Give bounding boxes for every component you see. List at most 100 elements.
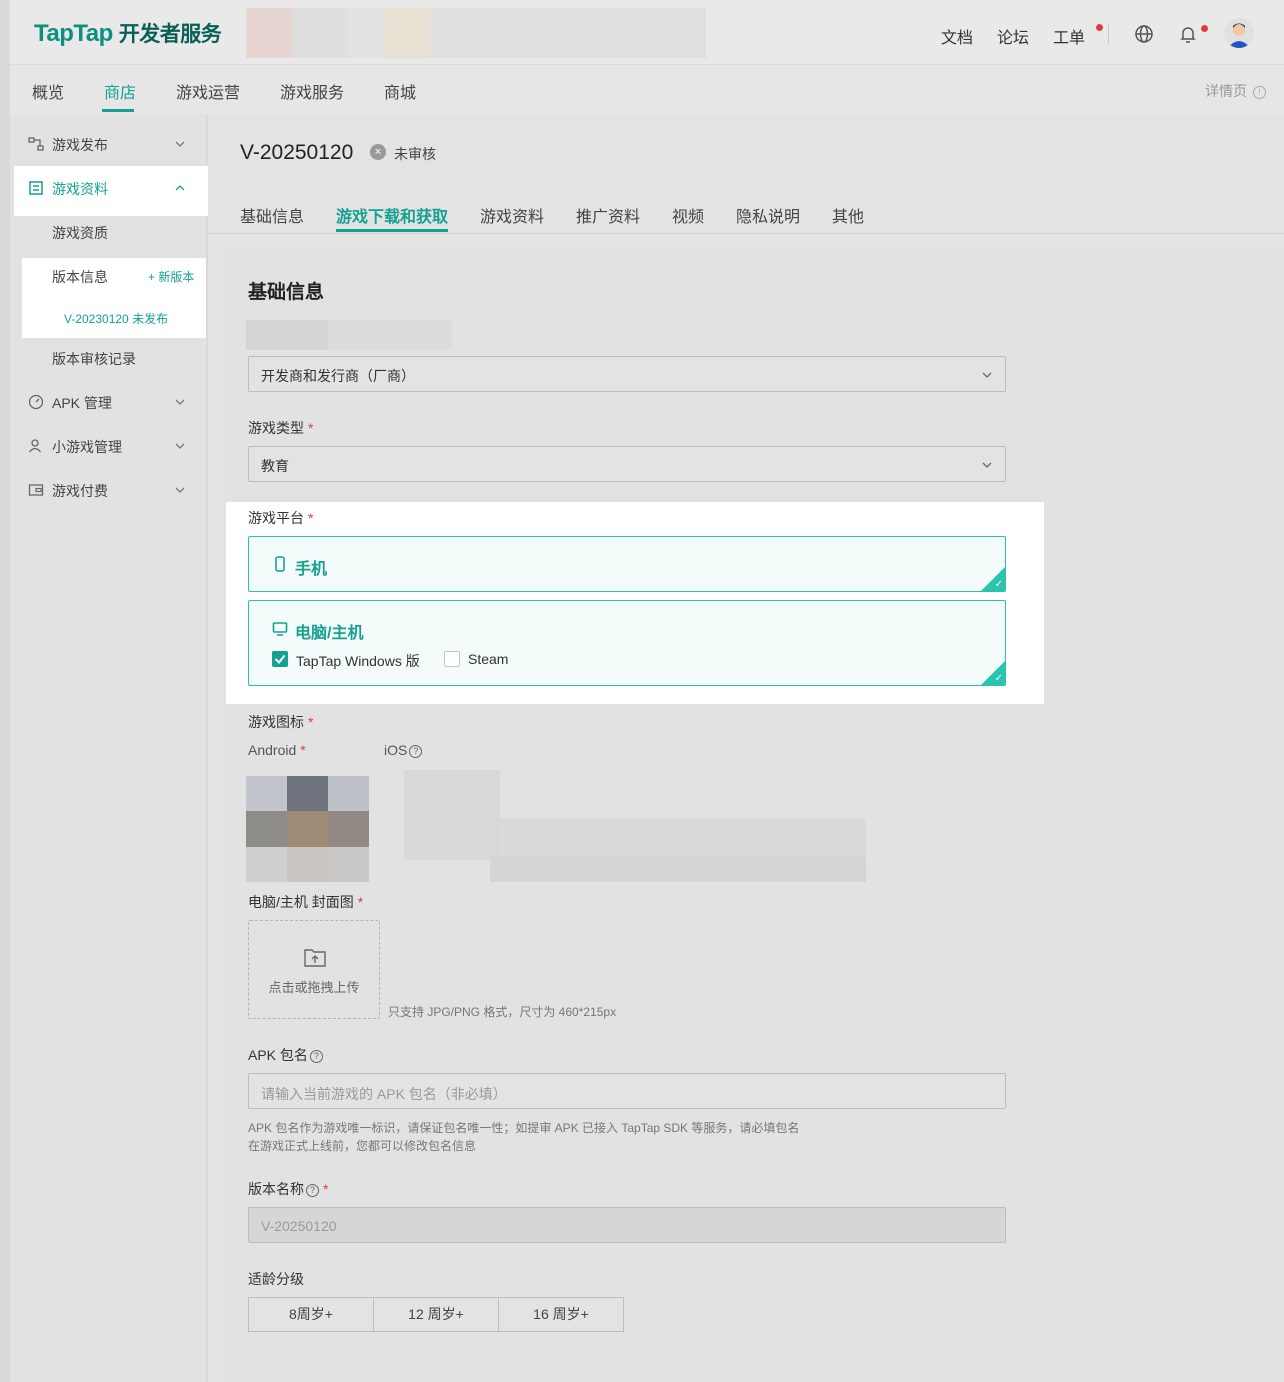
sidebar-subitem-version-info[interactable]: 版本信息 [52, 267, 108, 287]
tab-game-operations[interactable]: 游戏运营 [176, 79, 240, 103]
chevron-down-icon [175, 487, 185, 493]
taptap-windows-label: TapTap Windows 版 [296, 653, 420, 669]
sidebar-item-label: 游戏资料 [52, 181, 108, 197]
header-divider [1108, 24, 1109, 44]
select-value: 开发商和发行商（厂商） [261, 368, 415, 384]
platform-mobile-label: 手机 [295, 561, 328, 578]
globe-icon[interactable] [1134, 24, 1154, 44]
user-icon [28, 439, 42, 453]
version-name-input[interactable]: V-20250120 [248, 1207, 1006, 1243]
sidebar-item-label: 游戏付费 [52, 483, 108, 499]
version-link[interactable]: V-20230120 未发布 [64, 310, 168, 327]
game-type-label: 游戏类型 * [248, 420, 314, 436]
sidebar-item-mini-games[interactable]: 小游戏管理 [10, 424, 206, 468]
bell-notification-dot [1201, 25, 1208, 32]
apk-hint-1: APK 包名作为游戏唯一标识，请保证包名唯一性；如提审 APK 已接入 TapT… [248, 1121, 800, 1135]
age-option-8[interactable]: 8周岁+ [248, 1297, 374, 1332]
store-icon [29, 181, 43, 195]
apk-hint-2: 在游戏正式上线前，您都可以修改包名信息 [248, 1139, 477, 1153]
monitor-icon [272, 622, 288, 636]
steam-checkbox[interactable] [444, 651, 460, 667]
blurred-label [246, 320, 452, 350]
input-placeholder: 请输入当前游戏的 APK 包名（非必填） [261, 1086, 507, 1102]
taptap-logo[interactable]: TapTap 开发者服务 [34, 18, 222, 48]
forum-link[interactable]: 论坛 [997, 24, 1029, 48]
version-name-label: 版本名称? * [248, 1181, 329, 1197]
android-icon-image[interactable] [246, 776, 369, 882]
platform-pc-option[interactable]: 电脑/主机 ✓ [248, 600, 1006, 686]
help-icon: ? [309, 1050, 323, 1063]
close-circle-icon: × [370, 144, 386, 160]
ios-icon-placeholder[interactable] [404, 770, 500, 860]
flow-icon [28, 137, 44, 151]
tab-game-services[interactable]: 游戏服务 [280, 79, 344, 103]
check-icon: ✓ [994, 579, 1003, 590]
age-option-12[interactable]: 12 周岁+ [373, 1297, 499, 1332]
platform-label: 游戏平台 * [248, 510, 314, 526]
tab-video[interactable]: 视频 [672, 203, 704, 227]
input-value: V-20250120 [261, 1218, 337, 1234]
chevron-down-icon [175, 399, 185, 405]
age-rating-label: 适龄分级 [248, 1271, 304, 1287]
game-type-select[interactable]: 教育 [248, 446, 1006, 482]
tab-basic-info[interactable]: 基础信息 [240, 203, 304, 227]
help-icon: ? [306, 1184, 319, 1197]
section-title: 基础信息 [248, 282, 325, 303]
active-tab-underline [102, 109, 134, 112]
tab-privacy[interactable]: 隐私说明 [736, 203, 800, 227]
sidebar-subitem-qualification[interactable]: 游戏资质 [52, 223, 108, 243]
sidebar-item-game-info[interactable]: 游戏资料 [10, 166, 206, 210]
sidebar-item-label: 游戏发布 [52, 137, 108, 153]
upload-folder-icon [304, 949, 326, 967]
wallet-icon [28, 484, 44, 496]
bell-icon[interactable] [1178, 24, 1198, 44]
sidebar-item-apk[interactable]: APK 管理 [10, 380, 206, 424]
sidebar-item-game-payment[interactable]: 游戏付费 [10, 468, 206, 512]
platform-pc-label: 电脑/主机 [295, 625, 364, 642]
android-label: Android * [248, 742, 306, 758]
tab-game-materials[interactable]: 游戏资料 [480, 203, 544, 227]
sidebar-subitem-review-log[interactable]: 版本审核记录 [52, 349, 136, 369]
tab-overview[interactable]: 概览 [32, 79, 64, 103]
tab-divider [208, 233, 1284, 234]
chevron-up-icon [175, 185, 185, 191]
apk-package-input[interactable]: 请输入当前游戏的 APK 包名（非必填） [248, 1073, 1006, 1109]
platform-mobile-option[interactable]: 手机 ✓ [248, 536, 1006, 592]
tab-download[interactable]: 游戏下载和获取 [336, 203, 448, 227]
tab-other[interactable]: 其他 [832, 203, 864, 227]
taptap-windows-checkbox[interactable] [272, 651, 288, 667]
steam-label: Steam [468, 651, 509, 667]
check-icon: ✓ [994, 673, 1003, 684]
chevron-down-icon [175, 141, 185, 147]
chevron-down-icon [982, 462, 992, 468]
ios-label: iOS? [384, 742, 423, 758]
developer-select[interactable]: 开发商和发行商（厂商） [248, 356, 1006, 392]
new-version-button[interactable]: + 新版本 [148, 268, 194, 285]
select-value: 教育 [261, 458, 289, 474]
chevron-down-icon [982, 372, 992, 378]
sidebar-item-game-release[interactable]: 游戏发布 [10, 122, 206, 166]
tab-promotion[interactable]: 推广资料 [576, 203, 640, 227]
age-option-16[interactable]: 16 周岁+ [498, 1297, 624, 1332]
ticket-link[interactable]: 工单 [1053, 24, 1085, 48]
game-icon-label: 游戏图标 * [248, 714, 314, 730]
apk-label: APK 包名? [248, 1045, 323, 1065]
tab-store[interactable]: 商店 [104, 79, 136, 103]
cover-hint: 只支持 JPG/PNG 格式，尺寸为 460*215px [388, 1005, 617, 1019]
docs-link[interactable]: 文档 [941, 24, 973, 48]
upload-text: 点击或拖拽上传 [268, 980, 360, 995]
gauge-icon [28, 394, 44, 410]
avatar[interactable] [1224, 18, 1254, 48]
blurred-banner [246, 8, 706, 58]
cover-upload[interactable]: 点击或拖拽上传 [248, 920, 380, 1019]
secondary-nav: 概览 商店 游戏运营 游戏服务 商城 详情页 ! [10, 64, 1284, 114]
active-tab-underline [336, 229, 448, 232]
status-badge: 未审核 [394, 146, 436, 162]
top-header: TapTap 开发者服务 [10, 0, 1284, 64]
sidebar-item-label: APK 管理 [52, 395, 112, 411]
detail-page-link[interactable]: 详情页 ! [1205, 81, 1266, 101]
info-icon: ! [1252, 86, 1266, 99]
tab-mall[interactable]: 商城 [384, 79, 416, 103]
chevron-down-icon [175, 443, 185, 449]
phone-icon [275, 556, 285, 572]
